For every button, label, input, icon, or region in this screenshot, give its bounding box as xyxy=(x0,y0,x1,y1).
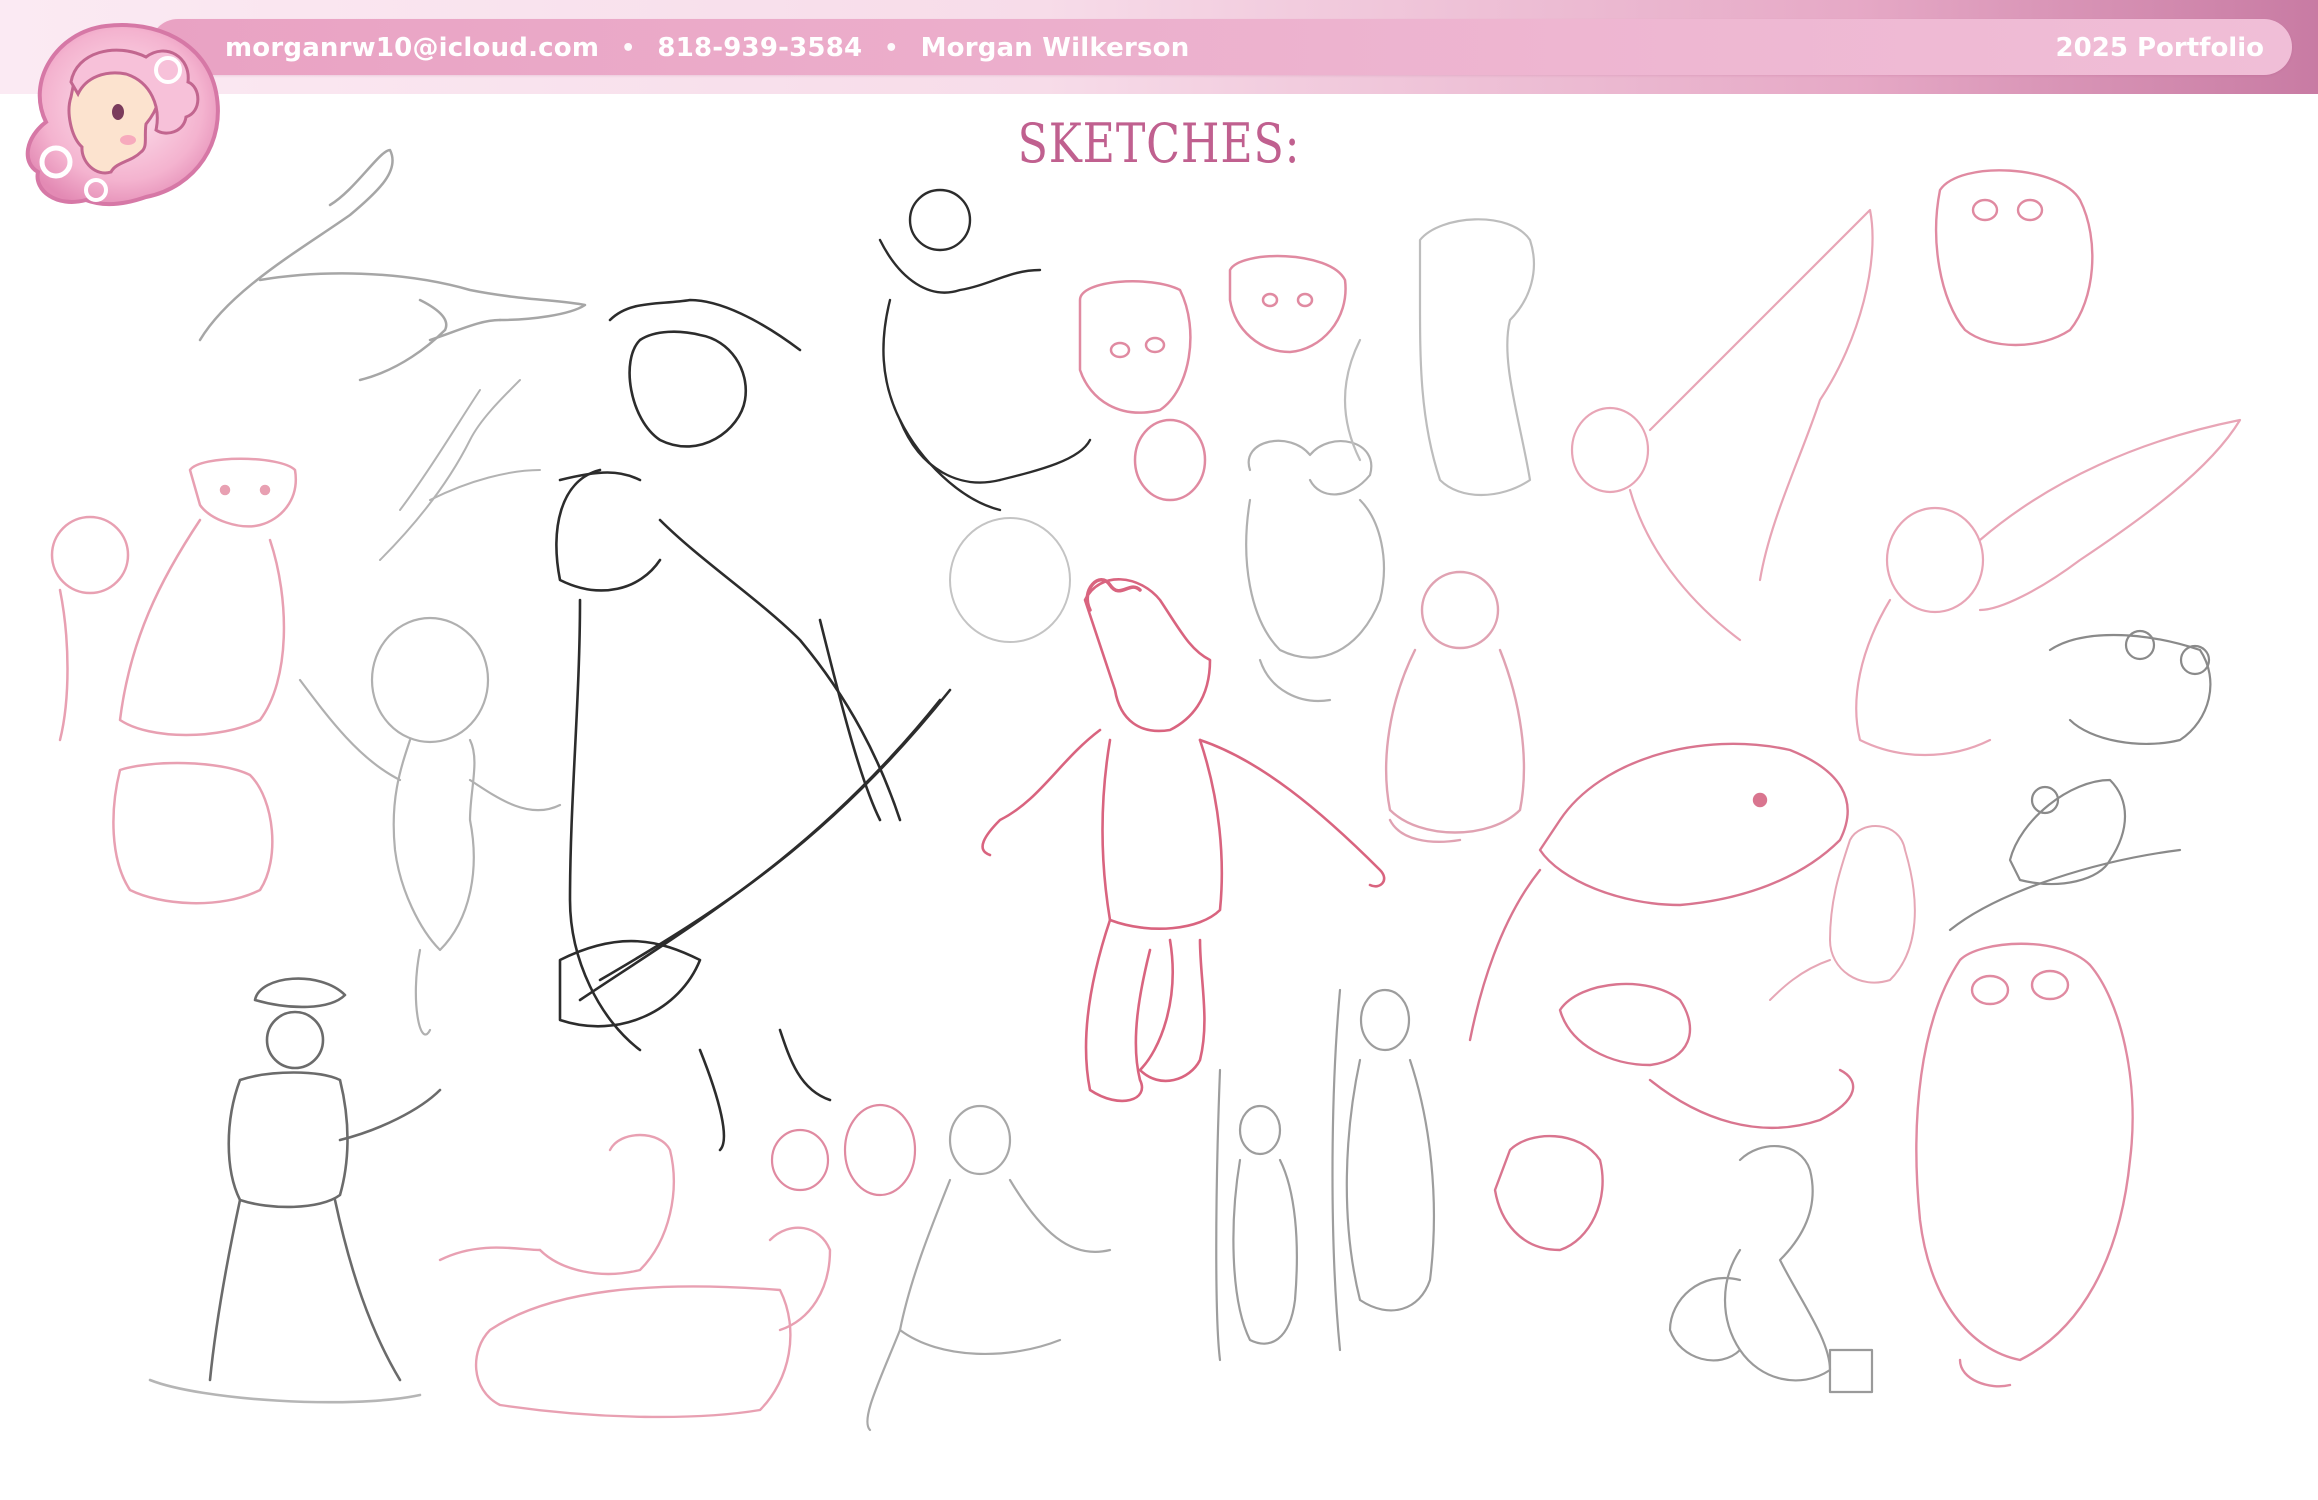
barn-owl-sketch xyxy=(1570,208,2242,757)
sketch-collage xyxy=(50,148,2242,1432)
tiger-sketch xyxy=(50,457,298,905)
possum-sketch xyxy=(1468,742,1855,1252)
gecko-sketch xyxy=(1668,1145,1874,1394)
mouse-sketch xyxy=(1769,825,1916,1001)
owl-sketch xyxy=(1915,169,2134,1388)
figure-sketch xyxy=(866,1104,1112,1432)
cartoon-face-sketch xyxy=(1078,254,1347,502)
frog-sketch xyxy=(1948,629,2212,932)
face-sketch xyxy=(949,517,1071,643)
hand-sketch xyxy=(198,148,587,382)
dancing-girl-sketch xyxy=(981,578,1386,1103)
warrior-sketch xyxy=(1215,988,1436,1362)
pirate-sketch xyxy=(148,977,442,1404)
figure-sketch xyxy=(298,616,562,1036)
jumping-figure-sketch xyxy=(878,188,1092,512)
hand-sketch xyxy=(379,379,541,561)
guitarist-sketch xyxy=(555,298,952,1152)
polar-bear-sketch xyxy=(1343,218,1535,496)
bunny-sketch xyxy=(1245,439,1386,703)
bear-sketch xyxy=(1385,570,1526,843)
cartoon-face-sketch xyxy=(770,1103,917,1197)
cat-sketch xyxy=(438,1133,832,1419)
